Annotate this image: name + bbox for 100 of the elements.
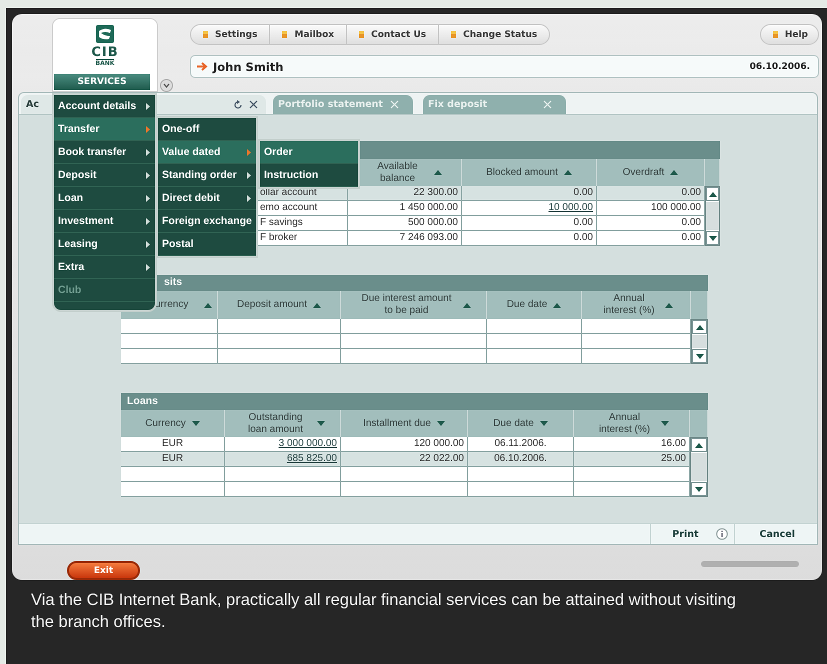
table-cell: 0.00: [597, 186, 705, 201]
arrow-right-icon: [197, 62, 209, 71]
header-cell: [705, 159, 720, 186]
menu-item[interactable]: Postal: [158, 233, 256, 256]
table-cell: 25.00: [574, 452, 690, 467]
scroll-up-button[interactable]: [692, 320, 707, 334]
table-cell: 16.00: [574, 437, 690, 452]
submenu-arrow-icon: [146, 240, 150, 248]
amount-link[interactable]: 10 000.00: [548, 202, 593, 213]
close-icon: [390, 100, 399, 109]
scroll-down-button[interactable]: [692, 349, 707, 363]
submenu-arrow-icon: [146, 264, 150, 270]
square-icon: [772, 31, 778, 38]
menu-item[interactable]: Instruction: [260, 164, 358, 187]
table-cell: 0.00: [597, 231, 705, 246]
submenu-arrow-icon: [146, 148, 150, 156]
column-header[interactable]: Due date: [487, 291, 582, 319]
table-cell: 22 300.00: [348, 186, 462, 201]
square-icon: [359, 31, 364, 38]
menu-item[interactable]: Order: [260, 141, 358, 164]
triangle-up-icon: [696, 324, 704, 330]
toolbar-button[interactable]: Change Status: [439, 25, 550, 44]
submenu-arrow-icon: [146, 126, 150, 132]
submenu-arrow-icon: [146, 172, 150, 178]
column-header[interactable]: Deposit amount: [218, 291, 341, 319]
table-cell: 0.00: [462, 231, 597, 246]
table-cell: EUR: [121, 452, 225, 467]
triangle-down-icon: [695, 486, 703, 492]
table-cell: EUR: [121, 437, 225, 452]
logo-text: CIB: [91, 46, 119, 59]
column-header[interactable]: Installment due: [341, 410, 468, 437]
column-header[interactable]: Currency: [121, 410, 225, 437]
table-cell: 0.00: [462, 216, 597, 231]
column-header[interactable]: Overdraft: [597, 159, 705, 186]
column-header[interactable]: Outstanding loan amount: [225, 410, 341, 437]
toolbar-button[interactable]: Mailbox: [270, 25, 348, 44]
amount-link[interactable]: 3 000 000.00: [278, 438, 337, 449]
square-icon: [451, 31, 456, 38]
scrollbar[interactable]: [691, 319, 708, 364]
submenu-arrow-icon: [146, 194, 150, 202]
square-icon: [282, 31, 288, 38]
menu-item[interactable]: Book transfer: [54, 141, 155, 164]
menu-item[interactable]: Leasing: [54, 233, 155, 256]
triangle-up-icon: [708, 192, 716, 196]
scroll-down-button[interactable]: [691, 482, 707, 496]
table-title: sits: [163, 275, 182, 290]
menu-item[interactable]: Loan: [54, 187, 155, 210]
menu-item[interactable]: Deposit: [54, 164, 155, 187]
table-cell: 0.00: [597, 216, 705, 231]
menu-item[interactable]: Extra: [54, 256, 155, 279]
header-cell: [691, 291, 708, 319]
triangle-up-icon: [695, 442, 703, 448]
amount-link[interactable]: 685 825.00: [286, 453, 337, 464]
menu-item[interactable]: Transfer: [54, 118, 155, 141]
table-cell: 500 000.00: [348, 216, 462, 231]
menu-item[interactable]: Foreign exchange: [158, 210, 256, 233]
table-cell: 1 450 000.00: [348, 201, 462, 216]
table-cell: 0.00: [462, 186, 597, 201]
refresh-icon: [233, 100, 243, 110]
table-cell: 120 000.00: [341, 437, 468, 452]
scrollbar[interactable]: [705, 186, 720, 246]
menu-item[interactable]: Standing order: [158, 164, 256, 187]
submenu-arrow-icon: [247, 148, 251, 156]
header-cell: [690, 410, 708, 437]
column-header[interactable]: Due date: [468, 410, 574, 437]
submenu-arrow-icon: [146, 102, 150, 110]
exit-button[interactable]: Exit: [67, 561, 140, 580]
submenu-arrow-icon: [247, 172, 251, 178]
column-header[interactable]: Annual interest (%): [574, 410, 690, 437]
chevron-down-icon: [163, 83, 170, 88]
print-button[interactable]: Print: [672, 528, 699, 540]
toolbar-button[interactable]: Settings: [191, 25, 270, 44]
user-name: John Smith: [213, 60, 284, 74]
table-title: Loans: [127, 394, 158, 409]
scrollbar[interactable]: [690, 437, 708, 497]
scroll-up-button[interactable]: [691, 438, 707, 452]
menu-item[interactable]: Value dated: [158, 141, 256, 164]
submenu-arrow-icon: [247, 194, 251, 202]
close-icon: [249, 100, 258, 109]
column-header[interactable]: Due interest amount to be paid: [341, 291, 487, 319]
menu-item[interactable]: Investment: [54, 210, 155, 233]
logo-icon: [95, 24, 115, 44]
toolbar-button[interactable]: Contact Us: [347, 25, 440, 44]
table-cell: 22 022.00: [341, 452, 468, 467]
scroll-up-button[interactable]: [706, 187, 719, 201]
table-cell: 7 246 093.00: [348, 231, 462, 246]
services-button[interactable]: SERVICES: [54, 74, 150, 90]
cancel-button[interactable]: Cancel: [760, 528, 795, 540]
column-header[interactable]: Annual interest (%): [582, 291, 691, 319]
info-icon: [716, 528, 728, 540]
column-header[interactable]: Blocked amount: [462, 159, 597, 186]
help-button[interactable]: Help: [760, 25, 818, 44]
table-cell: 06.10.2006.: [468, 452, 574, 467]
triangle-down-icon: [708, 236, 716, 240]
date-text: 06.10.2006.: [750, 62, 810, 72]
scroll-down-button[interactable]: [706, 231, 719, 245]
dropdown-button[interactable]: [160, 79, 173, 92]
menu-item[interactable]: Direct debit: [158, 187, 256, 210]
submenu-arrow-icon: [146, 218, 150, 224]
table-cell: 100 000.00: [597, 201, 705, 216]
